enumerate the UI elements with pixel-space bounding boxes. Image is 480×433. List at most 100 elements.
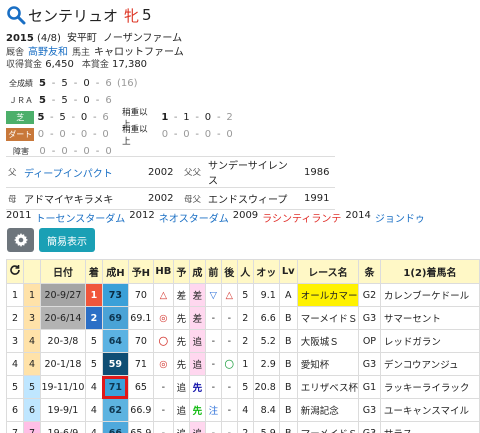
result-h: 64 xyxy=(101,329,129,353)
level: B xyxy=(278,421,298,433)
sibling-link[interactable]: ラシンティランテ xyxy=(262,210,341,225)
sire-sire: サンデーサイレンス xyxy=(204,156,300,188)
record-label-turf: 芝 xyxy=(6,111,35,124)
row-waku: 7 xyxy=(22,421,41,433)
row-waku: 1 xyxy=(22,283,41,307)
finish: 1 xyxy=(84,283,103,307)
record-label-dirt: ダート xyxy=(6,128,35,141)
earnings-label: 収得賞金 xyxy=(6,60,43,70)
result-style: 追 xyxy=(188,329,206,353)
record-row-dirt: ダート 0- 0- 0- 0 稍重以上 0- 0- 0- 0 xyxy=(6,125,236,147)
back-mark: - xyxy=(220,421,238,433)
row-number: 6 xyxy=(6,398,24,422)
result-style: 差 xyxy=(188,306,206,330)
row-number: 7 xyxy=(6,421,24,433)
front-mark: 注 xyxy=(204,398,222,422)
back-mark: △ xyxy=(220,283,238,307)
heavy-second: 1 xyxy=(183,112,190,123)
race-name[interactable]: 大阪城Ｓ xyxy=(296,329,359,353)
col-popularity[interactable]: 人 xyxy=(236,259,254,284)
hb-mark: - xyxy=(152,421,174,433)
pred-h: 65 xyxy=(127,375,154,399)
col-hb[interactable]: HB xyxy=(152,259,174,284)
race-name[interactable]: マーメイドＳ xyxy=(296,421,359,433)
pred-style: 追 xyxy=(172,398,190,422)
race-class: G2 xyxy=(357,283,381,307)
row-waku: 6 xyxy=(22,398,41,422)
col-result[interactable]: 成 xyxy=(188,259,206,284)
col-odds[interactable]: オッ xyxy=(252,259,280,284)
row-number: 1 xyxy=(6,283,24,307)
table-row[interactable]: 3 4 20-3/8 5 64 70 〇 先 追 - - 2 5.2 B 大阪城… xyxy=(6,329,480,353)
col-class[interactable]: 条 xyxy=(357,259,381,284)
front-mark: - xyxy=(204,352,222,376)
col-finish[interactable]: 着 xyxy=(84,259,103,284)
search-icon[interactable] xyxy=(6,5,26,25)
col-race-name[interactable]: レース名 xyxy=(296,259,359,284)
table-row[interactable]: 6 6 19-9/1 4 62 66.9 - 追 先 注 - 4 8.4 B 新… xyxy=(6,398,480,422)
sire-link[interactable]: ディープインパクト xyxy=(24,169,113,180)
hb-mark: - xyxy=(152,375,174,399)
sibling-link[interactable]: トーセンスターダム xyxy=(35,210,125,225)
race-class: G1 xyxy=(357,375,381,399)
simple-view-button[interactable]: 簡易表示 xyxy=(39,228,95,252)
race-name[interactable]: マーメイドＳ xyxy=(296,306,359,330)
odds: 5.9 xyxy=(252,421,280,433)
popularity: 5 xyxy=(236,283,254,307)
back-mark: - xyxy=(220,306,238,330)
table-row[interactable]: 5 5 19-11/10 4 71 65 - 追 先 - - 5 20.8 B … xyxy=(6,375,480,399)
race-date: 20-9/27 xyxy=(39,283,86,307)
back-mark: - xyxy=(220,398,238,422)
sibling-link[interactable]: ジョンドゥ xyxy=(375,210,425,225)
table-row[interactable]: 1 1 20-9/27 1 73 70 △ 差 差 ▽ △ 5 9.1 A オー… xyxy=(6,283,480,307)
col-back[interactable]: 後 xyxy=(220,259,238,284)
result-h: 69 xyxy=(101,306,129,330)
table-row[interactable]: 7 7 19-6/9 4 66 65.9 - 追 追 - - 2 5.9 B マ… xyxy=(6,421,480,433)
horse-header: センテリュオ 牝 5 xyxy=(6,4,152,26)
prize-label: 本賞金 xyxy=(81,60,109,70)
pred-style: 追 xyxy=(172,375,190,399)
winner-name: サマーセント xyxy=(379,306,480,330)
race-date: 20-3/8 xyxy=(39,329,86,353)
record-other: 6 xyxy=(102,112,109,123)
record-other: 6 xyxy=(105,95,112,106)
race-name[interactable]: エリザベス杯 xyxy=(296,375,359,399)
col-pred[interactable]: 予 xyxy=(172,259,190,284)
pedigree-key: 母 xyxy=(6,187,20,210)
col-winner[interactable]: 1(2)着馬名 xyxy=(379,259,480,284)
race-date: 19-6/9 xyxy=(39,421,86,433)
popularity: 5 xyxy=(236,375,254,399)
finish: 2 xyxy=(84,306,103,330)
popularity: 4 xyxy=(236,398,254,422)
settings-button[interactable] xyxy=(7,228,34,252)
race-name[interactable]: 愛知杯 xyxy=(296,352,359,376)
record-row-all: 全成績 5- 5- 0- 6 (16) xyxy=(6,75,236,92)
col-date[interactable]: 日付 xyxy=(39,259,86,284)
prize-value: 17,380 xyxy=(112,59,148,70)
trainer-link[interactable]: 高野友和 xyxy=(28,43,68,58)
race-name[interactable]: 新潟記念 xyxy=(296,398,359,422)
pred-style: 追 xyxy=(172,421,190,433)
heavy-other: 2 xyxy=(226,112,233,123)
refresh-button[interactable] xyxy=(6,259,24,284)
race-class: G3 xyxy=(357,398,381,422)
heavy-third: 0 xyxy=(204,129,212,140)
result-h-highlighted: 71 xyxy=(101,375,129,399)
odds: 8.4 xyxy=(252,398,280,422)
col-front[interactable]: 前 xyxy=(204,259,222,284)
sibling-link[interactable]: ネオスターダム xyxy=(159,210,229,225)
earnings-value: 6,450 xyxy=(45,59,74,70)
table-row[interactable]: 4 4 20-1/18 5 59 71 ◎ 先 追 - 〇 1 2.9 B 愛知… xyxy=(6,352,480,376)
result-style: 先 xyxy=(188,398,206,422)
race-name[interactable]: オールカマー xyxy=(296,283,359,307)
record-second: 0 xyxy=(59,129,66,140)
pedigree-key: 母父 xyxy=(182,187,204,210)
col-result-h[interactable]: 成H xyxy=(101,259,129,284)
race-date: 20-1/18 xyxy=(39,352,86,376)
col-level[interactable]: Lv xyxy=(278,259,298,284)
winner-name: ユーキャンスマイル xyxy=(379,398,480,422)
table-row[interactable]: 2 3 20-6/14 2 69 69.1 ◎ 先 差 - - 2 6.6 B … xyxy=(6,306,480,330)
front-mark: ▽ xyxy=(204,283,222,307)
col-pred-h[interactable]: 予H xyxy=(127,259,154,284)
pred-h: 65.9 xyxy=(127,421,154,433)
